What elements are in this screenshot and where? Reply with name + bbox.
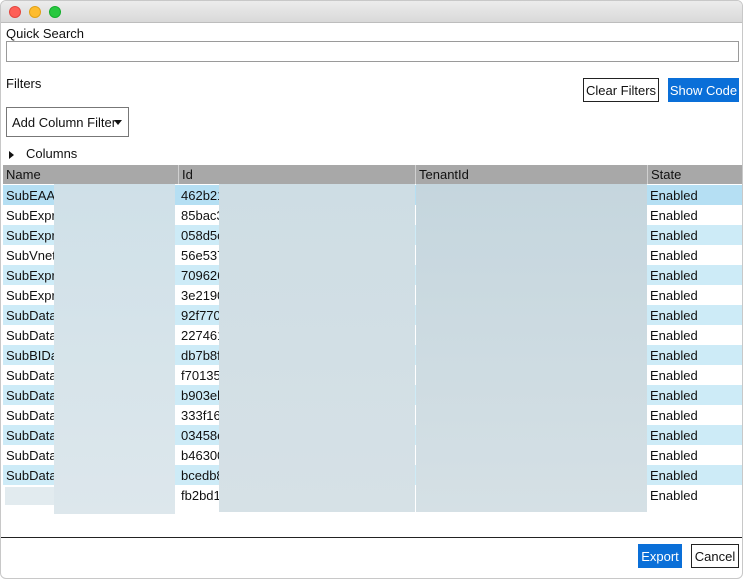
- add-column-filter-label: Add Column Filter: [12, 114, 117, 130]
- cell-state: Enabled: [650, 348, 698, 363]
- cell-name: SubBIDa: [6, 348, 56, 363]
- cell-state: Enabled: [650, 308, 698, 323]
- cell-state: Enabled: [650, 208, 698, 223]
- redacted-region: [5, 487, 54, 505]
- show-code-button[interactable]: Show Code: [668, 78, 739, 102]
- cell-name: SubData: [6, 388, 56, 403]
- cell-state: Enabled: [650, 488, 698, 503]
- cell-name: SubEAAr: [6, 188, 56, 203]
- header-name[interactable]: Name: [6, 167, 41, 182]
- disclosure-triangle-icon: [9, 150, 14, 159]
- quick-search-label: Quick Search: [6, 26, 85, 41]
- cell-name: SubExpre: [6, 268, 56, 283]
- filters-label: Filters: [6, 76, 42, 91]
- cancel-button[interactable]: Cancel: [691, 544, 739, 568]
- cell-id: 462b21: [181, 188, 221, 203]
- footer-divider: [1, 537, 742, 538]
- cell-id: f70135: [181, 368, 221, 383]
- cell-state: Enabled: [650, 268, 698, 283]
- cell-state: Enabled: [650, 328, 698, 343]
- cell-state: Enabled: [650, 448, 698, 463]
- cell-name: SubData: [6, 328, 56, 343]
- cell-id: 3e2190: [181, 288, 221, 303]
- header-id[interactable]: Id: [182, 167, 193, 182]
- cell-id: fb2bd1: [181, 488, 221, 503]
- minimize-window-icon[interactable]: [29, 6, 41, 18]
- redacted-region: [54, 184, 175, 514]
- cell-state: Enabled: [650, 428, 698, 443]
- cell-name: SubData: [6, 448, 56, 463]
- quick-search-input[interactable]: [6, 41, 739, 62]
- cell-name: SubExpre: [6, 228, 56, 243]
- clear-filters-button[interactable]: Clear Filters: [583, 78, 659, 102]
- dialog-window: Quick Search Filters Clear Filters Show …: [0, 0, 743, 579]
- column-divider[interactable]: [178, 165, 179, 184]
- cell-id: b903eb: [181, 388, 221, 403]
- columns-toggle[interactable]: Columns: [9, 146, 77, 161]
- cell-id: 92f770: [181, 308, 221, 323]
- cell-id: 85bac3: [181, 208, 221, 223]
- cell-state: Enabled: [650, 388, 698, 403]
- cell-name: SubData: [6, 428, 56, 443]
- chevron-down-icon: [114, 120, 122, 125]
- column-divider[interactable]: [415, 165, 416, 184]
- close-window-icon[interactable]: [9, 6, 21, 18]
- cell-id: b46300: [181, 448, 221, 463]
- columns-toggle-label: Columns: [26, 146, 78, 161]
- table-header: Name Id TenantId State: [3, 165, 742, 184]
- cell-id: db7b8f: [181, 348, 221, 363]
- cell-state: Enabled: [650, 368, 698, 383]
- cell-name: SubData: [6, 408, 56, 423]
- cell-name: SubData: [6, 368, 56, 383]
- export-button[interactable]: Export: [638, 544, 682, 568]
- header-state[interactable]: State: [651, 167, 681, 182]
- cell-name: SubData: [6, 308, 56, 323]
- cell-name: SubVneta: [6, 248, 56, 263]
- cell-state: Enabled: [650, 228, 698, 243]
- cell-state: Enabled: [650, 468, 698, 483]
- add-column-filter-dropdown[interactable]: Add Column Filter: [6, 107, 129, 137]
- cell-id: 227461: [181, 328, 221, 343]
- cell-name: SubExpre: [6, 208, 56, 223]
- cell-id: 333f16: [181, 408, 221, 423]
- column-divider[interactable]: [647, 165, 648, 184]
- redacted-region: [416, 184, 647, 512]
- cell-state: Enabled: [650, 408, 698, 423]
- cell-id: 56e537: [181, 248, 221, 263]
- title-bar: [1, 1, 742, 23]
- cell-state: Enabled: [650, 188, 698, 203]
- cell-name: SubData: [6, 468, 56, 483]
- cell-state: Enabled: [650, 248, 698, 263]
- cell-name: SubExpre: [6, 288, 56, 303]
- header-tenant-id[interactable]: TenantId: [419, 167, 469, 182]
- cell-id: 709626: [181, 268, 221, 283]
- redacted-region: [219, 184, 415, 512]
- maximize-window-icon[interactable]: [49, 6, 61, 18]
- cell-id: 058d5c: [181, 228, 221, 243]
- cell-id: bcedb8: [181, 468, 221, 483]
- cell-id: 03458e: [181, 428, 221, 443]
- cell-state: Enabled: [650, 288, 698, 303]
